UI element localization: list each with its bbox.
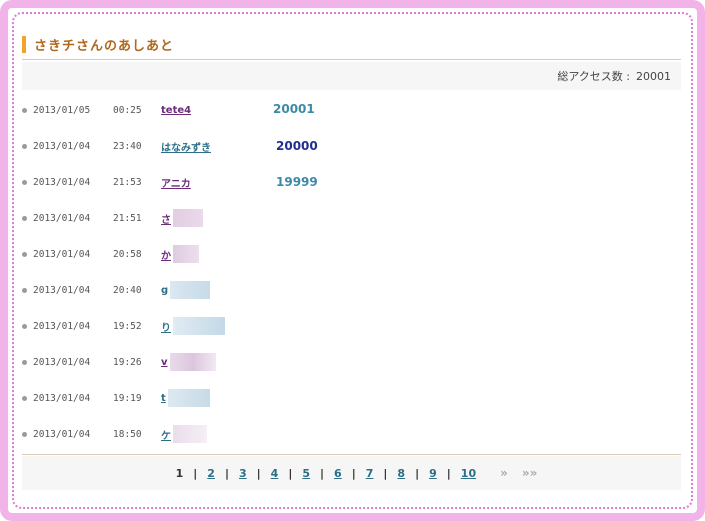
bullet-dot-icon <box>22 323 27 329</box>
visit-date: 2013/01/04 <box>33 320 91 332</box>
pixelated-name <box>169 353 216 371</box>
visit-time: 23:40 <box>113 140 142 152</box>
visit-row: 2013/01/04 23:40 はなみずき <box>22 139 211 154</box>
page-title-text: さきチさんのあしあと <box>34 38 175 54</box>
page-current: 1 <box>175 466 184 480</box>
page-link-5[interactable]: 5 <box>302 467 310 480</box>
visitor-link[interactable]: g <box>161 285 168 296</box>
header-divider <box>22 59 681 60</box>
page-separator: | <box>288 466 293 480</box>
visit-row: 2013/01/04 21:53 アニカ <box>22 175 191 190</box>
visitor-link[interactable]: はなみずき <box>161 139 211 154</box>
visitor-link[interactable]: ケ <box>161 427 171 442</box>
page-title: さきチさんのあしあと <box>22 35 175 54</box>
bullet-dot-icon <box>22 359 27 365</box>
visit-row: 2013/01/04 19:26 v <box>22 353 216 371</box>
page-link-8[interactable]: 8 <box>397 467 405 480</box>
visitor-link[interactable]: り <box>161 319 171 334</box>
pixelated-name <box>167 389 210 407</box>
page-separator: | <box>415 466 420 480</box>
visit-row: 2013/01/04 20:40 g <box>22 281 211 299</box>
visit-row: 2013/01/04 20:58 か <box>22 245 199 263</box>
visitor-link[interactable]: さ <box>161 211 171 226</box>
visit-date: 2013/01/04 <box>33 428 91 440</box>
visit-row: 2013/01/04 19:19 t <box>22 389 210 407</box>
visit-date: 2013/01/04 <box>33 248 91 260</box>
visit-date: 2013/01/04 <box>33 176 91 188</box>
visit-row: 2013/01/05 00:25 tete4 <box>22 103 191 117</box>
visit-row: 2013/01/04 21:51 さ <box>22 209 203 227</box>
visit-date: 2013/01/05 <box>33 104 91 116</box>
bullet-dot-icon <box>22 107 27 113</box>
page-link-9[interactable]: 9 <box>429 467 437 480</box>
page-separator: | <box>446 466 451 480</box>
bullet-dot-icon <box>22 179 27 185</box>
page-link-6[interactable]: 6 <box>334 467 342 480</box>
pixelated-name <box>173 209 203 227</box>
page-link-3[interactable]: 3 <box>239 467 247 480</box>
access-summary-label: 総アクセス数 : <box>557 70 630 83</box>
page-link-7[interactable]: 7 <box>366 467 374 480</box>
page-link-2[interactable]: 2 <box>207 467 215 480</box>
bullet-dot-icon <box>22 251 27 257</box>
bullet-dot-icon <box>22 215 27 221</box>
visit-date: 2013/01/04 <box>33 140 91 152</box>
page-separator: | <box>193 466 198 480</box>
pixelated-name <box>173 317 225 335</box>
visit-date: 2013/01/04 <box>33 392 91 404</box>
visit-time: 21:53 <box>113 176 142 188</box>
access-summary-value: 20001 <box>636 69 671 83</box>
visitor-link[interactable]: v <box>161 357 168 368</box>
access-count: 20001 <box>273 102 315 116</box>
visit-time: 19:52 <box>113 320 142 332</box>
page-link-10[interactable]: 10 <box>461 467 476 480</box>
bullet-dot-icon <box>22 395 27 401</box>
page-separator: | <box>351 466 356 480</box>
pixelated-name <box>173 425 207 443</box>
page-separator: | <box>320 466 325 480</box>
visit-date: 2013/01/04 <box>33 284 91 296</box>
page-separator: | <box>256 466 261 480</box>
bullet-dot-icon <box>22 287 27 293</box>
pagination: 1 | 2 | 3 | 4 | 5 | 6 | 7 | 8 | 9 | 10 »… <box>22 456 681 490</box>
visit-time: 19:19 <box>113 392 142 404</box>
title-accent-bar <box>22 35 26 53</box>
visit-row: 2013/01/04 18:50 ケ <box>22 425 207 443</box>
access-summary: 総アクセス数 : 20001 <box>22 62 681 90</box>
visitor-link[interactable]: か <box>161 247 171 262</box>
visitor-link[interactable]: t <box>161 393 166 404</box>
pixelated-name <box>170 281 211 299</box>
visitor-link[interactable]: アニカ <box>161 175 191 190</box>
pixelated-name <box>173 245 199 263</box>
visitor-link[interactable]: tete4 <box>161 105 191 116</box>
visit-row: 2013/01/04 19:52 り <box>22 317 225 335</box>
visit-date: 2013/01/04 <box>33 356 91 368</box>
next-arrow-icon[interactable]: » <box>500 466 508 480</box>
visit-time: 00:25 <box>113 104 142 116</box>
footer-divider <box>22 454 681 455</box>
last-arrow-icon[interactable]: »» <box>522 466 538 480</box>
access-count: 19999 <box>276 175 318 189</box>
page-separator: | <box>224 466 229 480</box>
page-separator: | <box>383 466 388 480</box>
page-link-4[interactable]: 4 <box>271 467 279 480</box>
visit-date: 2013/01/04 <box>33 212 91 224</box>
bullet-dot-icon <box>22 143 27 149</box>
visit-time: 20:40 <box>113 284 142 296</box>
visit-time: 21:51 <box>113 212 142 224</box>
visit-time: 18:50 <box>113 428 142 440</box>
access-count: 20000 <box>276 139 318 153</box>
visit-time: 20:58 <box>113 248 142 260</box>
visit-time: 19:26 <box>113 356 142 368</box>
bullet-dot-icon <box>22 431 27 437</box>
